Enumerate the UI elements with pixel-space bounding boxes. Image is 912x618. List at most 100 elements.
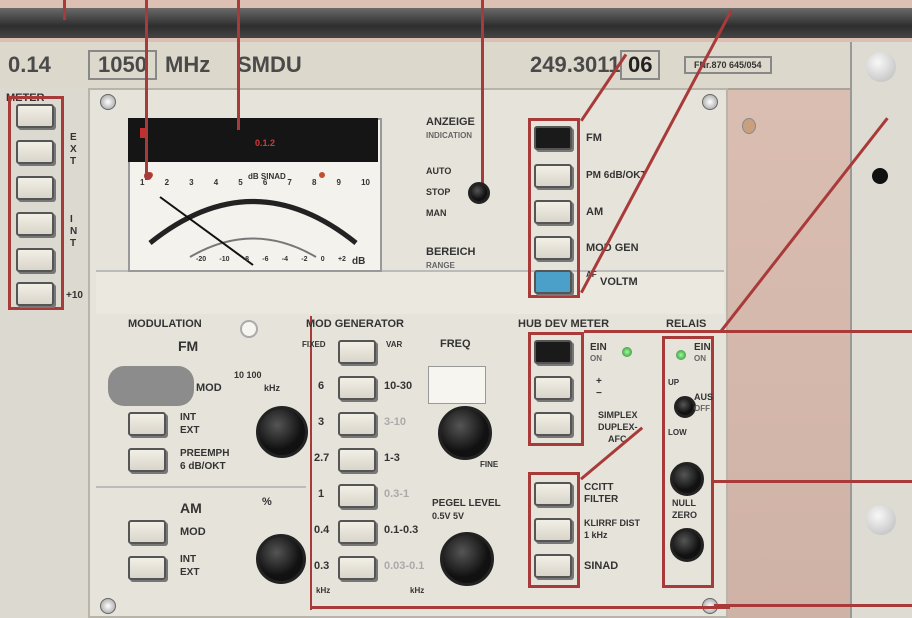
preemph-sub-label: 6 dB/OKT [180,461,226,472]
fm-int-ext-button[interactable] [128,412,166,436]
klirr-dist-button[interactable] [534,518,572,542]
fm-section-title: FM [178,338,199,354]
modgen-range-left: 0.4 [314,524,330,536]
modgen-range-left: 2.7 [314,452,330,464]
khz-unit-label: kHz [264,383,281,393]
db-unit: dB [352,256,366,267]
level-knob[interactable] [440,532,494,586]
am-mod-button[interactable] [128,520,166,544]
am-mode-button[interactable] [534,200,572,224]
modgen-range-left: 1 [318,488,325,500]
fm-ext-label: EXT [180,425,200,436]
range-start: 0.14 [8,52,51,77]
hub-simplex-button[interactable] [534,412,572,436]
freq-display: 0.1.2 [255,138,276,148]
mod-button-cap[interactable] [108,366,194,406]
modgen-khz-right: kHz [410,586,425,595]
relais-on-label: ON [694,354,706,363]
scale-num: 6 [262,178,268,187]
hub-on-button[interactable] [534,340,572,364]
relais-aus-label: AUS [694,392,714,402]
hub-polarity-button[interactable] [534,376,572,400]
modgen-fixed-var-button[interactable] [338,340,376,364]
indicator-lamp [240,320,258,338]
modgen-range-button[interactable] [338,412,376,436]
freq-knob[interactable] [438,406,492,460]
am-depth-knob[interactable] [256,534,306,584]
modgen-khz-left: kHz [316,586,331,595]
am-ext-label: EXT [180,567,200,578]
callout-line [237,0,240,130]
callout-line [145,0,148,180]
lower-num: -6 [262,256,269,263]
modgen-range-button[interactable] [338,520,376,544]
fine-label: FINE [480,460,499,469]
stop-label: STOP [426,187,451,197]
anzeige-title-en: INDICATION [426,131,473,140]
relais-low-label: LOW [668,428,687,437]
relais-knob-upper[interactable] [670,462,704,496]
ext-label: E X T [70,132,77,167]
voltm-mode-button[interactable] [534,270,572,294]
relais-ein-label: EIN [694,342,711,353]
lower-num: +2 [337,256,346,263]
modgen-title: MOD GENERATOR [306,318,404,330]
scale-numbers: 1 2 3 4 5 6 7 8 9 10 [140,178,370,190]
meter-int-button-3[interactable] [16,282,54,306]
am-percent-label: % [262,496,272,508]
divider [96,486,306,488]
fm-deviation-knob[interactable] [256,406,308,458]
scale-num: 2 [164,178,170,187]
ccitt-filter-button[interactable] [534,482,572,506]
modgen-range-button[interactable] [338,484,376,508]
meter-ext-button-1[interactable] [16,104,54,128]
hub-plus-label: + [596,376,602,387]
modgen-range-button[interactable] [338,448,376,472]
fm-mode-button[interactable] [534,126,572,150]
hub-on-label: ON [590,354,602,363]
relais-toggle-switch[interactable] [674,396,696,418]
fm-mode-label: FM [586,132,602,144]
anzeige-title: ANZEIGE [426,116,475,128]
modgen-range-right: 0.03-0.1 [384,560,425,572]
meter-ext-button-2[interactable] [16,140,54,164]
am-mode-label: AM [586,206,604,218]
indication-toggle[interactable] [468,182,490,204]
lower-num: -8 [242,256,250,263]
pegel-label: PEGEL LEVEL [432,498,501,509]
relais-status-led [676,350,686,360]
meter-ext-button-3[interactable] [16,176,54,200]
lower-num: -20 [196,256,207,263]
top-rail [0,8,912,38]
scale-num: 9 [336,178,341,187]
modgen-range-left: 0.3 [314,560,330,572]
am-int-ext-button[interactable] [128,556,166,580]
pm-mode-button[interactable] [534,164,572,188]
relais-knob-lower[interactable] [670,528,704,562]
modgen-range-right: 0.1-0.3 [384,524,419,536]
modgen-range-right: 1-3 [384,452,400,464]
klirr-label: KLIRRF DIST [584,518,640,528]
scale-num: 7 [287,178,292,187]
modgen-range-right: 3-10 [384,416,407,428]
modgen-mode-button[interactable] [534,236,572,260]
man-label: MAN [426,208,447,218]
int-label: I N T [70,214,78,249]
meter-int-button-2[interactable] [16,248,54,272]
scale-num: 4 [213,178,219,187]
fm-int-label: INT [180,412,197,423]
sinad-button[interactable] [534,554,572,578]
meter-int-button-1[interactable] [16,212,54,236]
mount-hole [866,52,896,82]
meter-select-highlight [8,96,64,310]
callout-line [714,604,912,607]
modgen-range-button[interactable] [338,376,376,400]
section-divider [310,316,312,610]
preemph-button[interactable] [128,448,166,472]
relais-up-label: UP [668,378,680,387]
modgen-range-button[interactable] [338,556,376,580]
pegel-volt-label: 0.5V 5V [432,511,465,521]
filter-label: FILTER [584,494,619,505]
bereich-label: BEREICH [426,246,476,258]
modgen-range-right: 0.3-1 [384,488,410,500]
